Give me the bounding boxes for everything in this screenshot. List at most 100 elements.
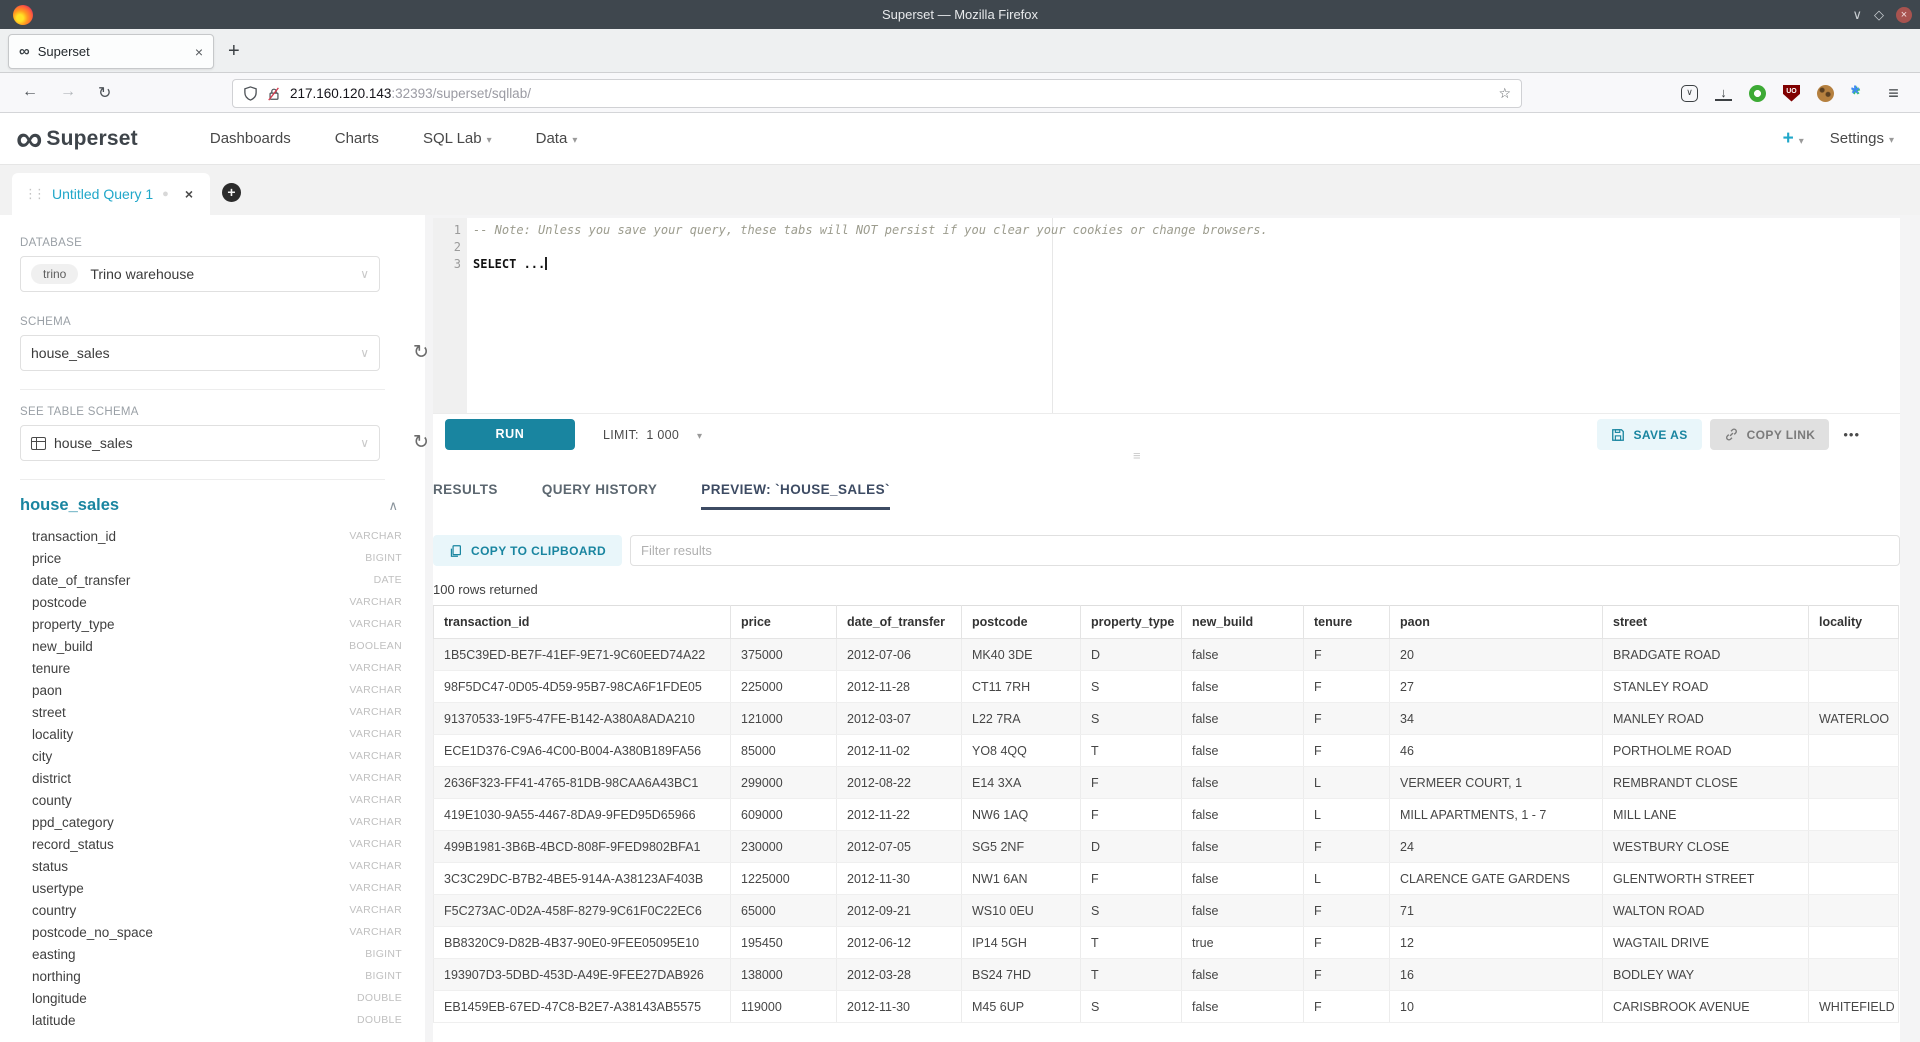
refresh-schemas-icon[interactable]: ↻ — [413, 341, 429, 364]
table-column-row[interactable]: northingBIGINT — [20, 965, 402, 987]
new-tab-button[interactable]: + — [228, 39, 240, 63]
url-bar[interactable]: 217.160.120.143:32393/superset/sqllab/ ☆ — [232, 79, 1522, 108]
database-select[interactable]: trino Trino warehouse ∨ — [20, 256, 380, 292]
nav-item-data[interactable]: Data▾ — [536, 130, 578, 147]
browser-tab-superset[interactable]: ∞ Superset × — [8, 34, 214, 69]
url-host: 217.160.120.143 — [290, 86, 391, 101]
table-column-row[interactable]: cityVARCHAR — [20, 745, 402, 767]
column-header-transaction_id[interactable]: transaction_id — [434, 606, 731, 639]
collapse-table-icon[interactable]: ∧ — [388, 498, 398, 514]
back-button[interactable]: ← — [22, 83, 38, 103]
pane-drag-handle-icon[interactable]: ≡ — [1133, 448, 1141, 463]
table-name-heading[interactable]: house_sales — [20, 496, 119, 515]
copy-link-button[interactable]: COPY LINK — [1710, 419, 1830, 450]
column-header-property_type[interactable]: property_type — [1081, 606, 1182, 639]
table-cell: L22 7RA — [962, 703, 1081, 735]
settings-menu[interactable]: Settings▾ — [1830, 130, 1894, 147]
results-tab-query-history[interactable]: QUERY HISTORY — [542, 482, 657, 510]
refresh-tables-icon[interactable]: ↻ — [413, 431, 429, 454]
nav-item-sql-lab[interactable]: SQL Lab▾ — [423, 130, 492, 147]
column-type: DOUBLE — [357, 1014, 402, 1026]
table-column-row[interactable]: longitudeDOUBLE — [20, 987, 402, 1009]
pocket-icon[interactable]: ∨ — [1681, 85, 1698, 102]
column-header-new_build[interactable]: new_build — [1182, 606, 1304, 639]
table-column-row[interactable]: districtVARCHAR — [20, 767, 402, 789]
column-header-postcode[interactable]: postcode — [962, 606, 1081, 639]
nav-item-dashboards[interactable]: Dashboards — [210, 130, 291, 147]
table-cell: T — [1081, 959, 1182, 991]
results-tab-results[interactable]: RESULTS — [433, 482, 498, 510]
tab-close-icon[interactable]: × — [195, 44, 203, 60]
query-tab-untitled[interactable]: ⋮⋮ Untitled Query 1 ● × — [12, 173, 210, 215]
table-cell: F — [1304, 959, 1390, 991]
limit-dropdown[interactable]: LIMIT: 1 000 ▾ — [603, 428, 702, 442]
table-column-row[interactable]: paonVARCHAR — [20, 679, 402, 701]
superset-logo[interactable]: ∞ Superset — [16, 124, 138, 154]
table-column-row[interactable]: transaction_idVARCHAR — [20, 525, 402, 547]
extension-asterisk-icon[interactable]: * — [1851, 85, 1868, 102]
drag-handle-icon[interactable]: ⋮⋮ — [24, 186, 42, 202]
table-cell: 10 — [1390, 991, 1603, 1023]
forward-button[interactable]: → — [60, 83, 76, 103]
more-actions-icon[interactable]: ••• — [1843, 427, 1860, 442]
column-header-date_of_transfer[interactable]: date_of_transfer — [837, 606, 962, 639]
downloads-icon[interactable]: ↓ — [1715, 86, 1732, 101]
table-cell: STANLEY ROAD — [1603, 671, 1809, 703]
bookmark-star-icon[interactable]: ☆ — [1498, 85, 1511, 102]
table-row: 3C3C29DC-B7B2-4BE5-914A-A38123AF403B1225… — [434, 863, 1899, 895]
nav-item-charts[interactable]: Charts — [335, 130, 379, 147]
table-column-row[interactable]: priceBIGINT — [20, 547, 402, 569]
column-header-street[interactable]: street — [1603, 606, 1809, 639]
column-header-price[interactable]: price — [731, 606, 837, 639]
privacy-badger-icon[interactable] — [1749, 85, 1766, 102]
save-as-button[interactable]: SAVE AS — [1597, 419, 1701, 450]
run-button[interactable]: RUN — [445, 419, 575, 450]
insecure-lock-icon[interactable] — [267, 87, 281, 101]
query-tab-close-icon[interactable]: × — [185, 186, 193, 202]
table-cell: false — [1182, 831, 1304, 863]
results-table-wrapper: transaction_idpricedate_of_transferpostc… — [433, 605, 1900, 1042]
results-tab-preview-house-sales[interactable]: PREVIEW: `HOUSE_SALES` — [701, 482, 890, 510]
cookie-extension-icon[interactable] — [1817, 85, 1834, 102]
text-cursor — [545, 257, 547, 270]
add-new-button[interactable]: +▾ — [1783, 128, 1804, 150]
column-type: VARCHAR — [349, 926, 402, 938]
table-column-row[interactable]: new_buildBOOLEAN — [20, 635, 402, 657]
window-maximize-button[interactable]: ◇ — [1874, 7, 1884, 23]
copy-to-clipboard-button[interactable]: COPY TO CLIPBOARD — [433, 535, 622, 566]
table-column-row[interactable]: postcodeVARCHAR — [20, 591, 402, 613]
sql-editor[interactable]: 123 -- Note: Unless you save your query,… — [433, 218, 1900, 413]
table-cell: E14 3XA — [962, 767, 1081, 799]
table-column-row[interactable]: record_statusVARCHAR — [20, 833, 402, 855]
table-column-row[interactable]: statusVARCHAR — [20, 855, 402, 877]
reload-button[interactable]: ↻ — [98, 83, 111, 103]
table-column-row[interactable]: tenureVARCHAR — [20, 657, 402, 679]
ublock-icon[interactable]: UO — [1783, 85, 1800, 102]
table-column-row[interactable]: streetVARCHAR — [20, 701, 402, 723]
chevron-down-icon: ▾ — [572, 135, 577, 146]
column-header-paon[interactable]: paon — [1390, 606, 1603, 639]
table-column-row[interactable]: postcode_no_spaceVARCHAR — [20, 921, 402, 943]
table-column-row[interactable]: countyVARCHAR — [20, 789, 402, 811]
table-column-row[interactable]: eastingBIGINT — [20, 943, 402, 965]
window-close-button[interactable]: × — [1896, 7, 1912, 23]
table-column-row[interactable]: usertypeVARCHAR — [20, 877, 402, 899]
column-header-locality[interactable]: locality — [1809, 606, 1899, 639]
menu-hamburger-icon[interactable]: ≡ — [1885, 85, 1902, 102]
tracking-shield-icon[interactable] — [243, 86, 258, 101]
table-column-row[interactable]: date_of_transferDATE — [20, 569, 402, 591]
table-column-row[interactable]: countryVARCHAR — [20, 899, 402, 921]
table-column-row[interactable]: property_typeVARCHAR — [20, 613, 402, 635]
table-select[interactable]: house_sales ∨ — [20, 425, 380, 461]
add-query-tab-button[interactable]: + — [222, 183, 241, 202]
column-header-tenure[interactable]: tenure — [1304, 606, 1390, 639]
table-column-row[interactable]: localityVARCHAR — [20, 723, 402, 745]
schema-select[interactable]: house_sales ∨ — [20, 335, 380, 371]
window-minimize-button[interactable]: ∨ — [1852, 7, 1862, 23]
line-number: 1 — [433, 222, 461, 239]
table-column-row[interactable]: latitudeDOUBLE — [20, 1009, 402, 1031]
editor-code[interactable]: -- Note: Unless you save your query, the… — [473, 222, 1900, 273]
table-column-row[interactable]: ppd_categoryVARCHAR — [20, 811, 402, 833]
filter-results-input[interactable] — [630, 535, 1900, 566]
table-cell: 230000 — [731, 831, 837, 863]
